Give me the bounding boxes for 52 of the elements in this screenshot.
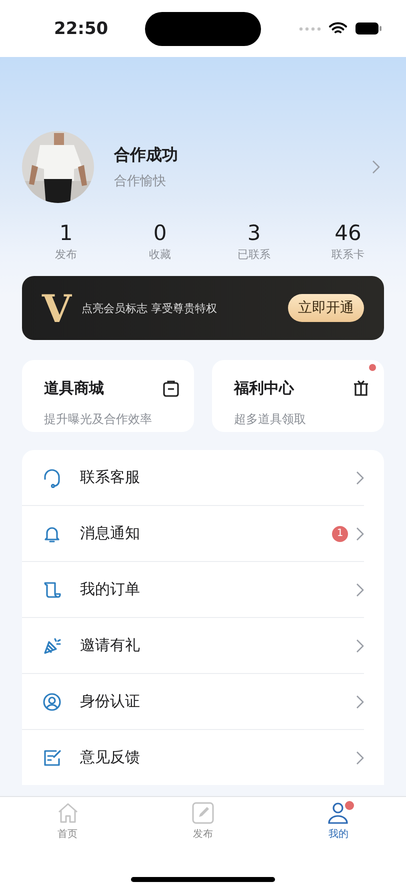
menu-item[interactable]: 身份认证 <box>22 674 364 730</box>
user-subtitle: 合作愉快 <box>114 172 167 190</box>
party-popper-icon <box>42 636 62 656</box>
menu-label: 联系客服 <box>80 468 141 487</box>
scroll-icon <box>42 580 62 600</box>
chevron-right-icon <box>356 694 364 708</box>
battery-icon <box>355 22 382 35</box>
chevron-right-icon <box>356 470 364 484</box>
card-title: 福利中心 <box>234 378 296 398</box>
card-subtitle: 提升曝光及合作效率 <box>44 410 153 428</box>
menu-label: 消息通知 <box>80 524 141 543</box>
menu-label: 身份认证 <box>80 692 141 711</box>
menu-item[interactable]: 我的订单 <box>22 562 364 618</box>
menu-label: 我的订单 <box>80 580 141 599</box>
stat-value[interactable]: 0 <box>153 221 167 245</box>
vip-text: 点亮会员标志 享受尊贵特权 <box>81 300 218 316</box>
chevron-right-icon <box>356 582 364 596</box>
bag-icon <box>162 379 180 397</box>
chevron-right-icon <box>356 750 364 764</box>
headset-icon <box>42 468 62 488</box>
subscribe-button[interactable]: 立即开通 <box>288 294 364 322</box>
menu-item[interactable]: 消息通知 1 <box>22 506 364 562</box>
tab-item[interactable]: 发布 <box>170 801 235 841</box>
user-name: 合作成功 <box>114 144 179 166</box>
person-icon <box>326 801 350 825</box>
signal-icon <box>299 26 321 30</box>
chevron-right-icon <box>356 638 364 652</box>
shortcut-card[interactable]: 道具商城 提升曝光及合作效率 <box>22 360 194 432</box>
home-icon <box>56 801 80 825</box>
user-circle-icon <box>42 692 62 712</box>
vip-logo: V <box>42 286 72 330</box>
wifi-icon <box>329 22 347 35</box>
stat-value[interactable]: 3 <box>247 221 261 245</box>
menu-item[interactable]: 邀请有礼 <box>22 618 364 674</box>
edit-icon <box>190 801 215 825</box>
tab-item[interactable]: 我的 <box>306 801 370 841</box>
count-badge: 1 <box>332 526 348 542</box>
stat-value[interactable]: 1 <box>59 221 73 245</box>
profile-chevron-icon <box>372 160 380 174</box>
status-time: 22:50 <box>54 18 110 38</box>
menu-item[interactable]: 意见反馈 <box>22 730 364 785</box>
menu-label: 意见反馈 <box>80 748 141 767</box>
menu-label: 邀请有礼 <box>80 636 141 655</box>
gift-icon <box>352 379 370 397</box>
tab-item[interactable]: 首页 <box>36 801 100 841</box>
menu-item[interactable]: 联系客服 <box>22 450 364 506</box>
card-title: 道具商城 <box>44 378 105 398</box>
stat-value[interactable]: 46 <box>334 221 362 245</box>
shortcut-card[interactable]: 福利中心 超多道具领取 <box>212 360 384 432</box>
chevron-right-icon <box>356 526 364 540</box>
edit-note-icon <box>42 748 62 768</box>
card-subtitle: 超多道具领取 <box>234 410 307 428</box>
